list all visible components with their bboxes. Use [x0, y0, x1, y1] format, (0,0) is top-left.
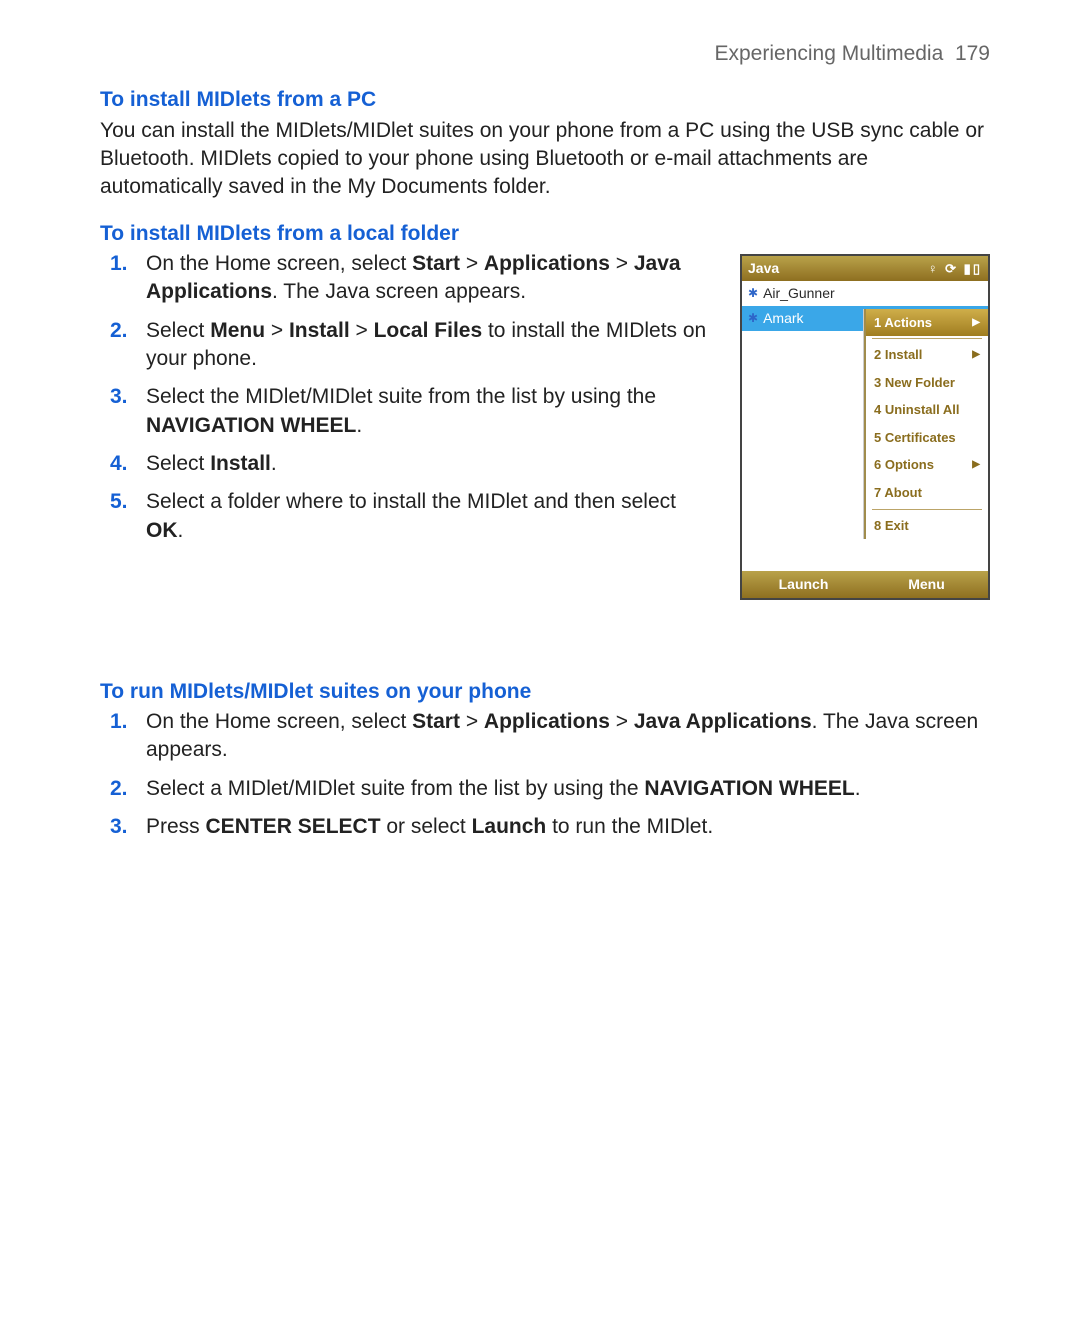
popup-menu: 1 Actions ▶ 2 Install ▶ 3 New Folder 4 U…	[864, 309, 988, 539]
step-bold: Launch	[472, 815, 547, 838]
phone-title: Java	[748, 259, 779, 278]
menu-item-label: 1 Actions	[874, 314, 932, 332]
step-text: >	[610, 252, 634, 275]
step-text: or select	[381, 815, 472, 838]
step-text: >	[460, 710, 484, 733]
list-item-label: Air_Gunner	[763, 284, 835, 303]
step-bold: CENTER SELECT	[206, 815, 381, 838]
step-bold: Local Files	[374, 319, 483, 342]
step-text: Select a folder where to install the MID…	[146, 490, 676, 513]
paragraph-install-from-pc: You can install the MIDlets/MIDlet suite…	[100, 117, 990, 202]
menu-item-exit[interactable]: 8 Exit	[866, 512, 988, 540]
softkey-bar: Launch Menu	[742, 571, 988, 598]
page-number: 179	[955, 42, 990, 65]
page-header: Experiencing Multimedia 179	[100, 40, 990, 68]
step-bold: Applications	[484, 710, 610, 733]
step-text: . The Java screen appears.	[272, 280, 526, 303]
step-bold: Install	[210, 452, 271, 475]
step-bold: Menu	[210, 319, 265, 342]
menu-item-label: 3 New Folder	[874, 374, 955, 392]
menu-item-label: 7 About	[874, 484, 922, 502]
step-text: On the Home screen, select	[146, 252, 412, 275]
step-number: 5.	[110, 488, 128, 516]
step-bold: Start	[412, 252, 460, 275]
phone-status-icons: ♀ ⟳ ▮▯	[928, 260, 982, 278]
submenu-arrow-icon: ▶	[972, 458, 980, 472]
section-title: Experiencing Multimedia	[715, 42, 944, 65]
step-bold: Java Applications	[634, 710, 812, 733]
menu-item-label: 5 Certificates	[874, 429, 956, 447]
heading-install-local-folder: To install MIDlets from a local folder	[100, 220, 990, 248]
step-bold: NAVIGATION WHEEL	[644, 777, 854, 800]
step-text: .	[855, 777, 861, 800]
step-number: 3.	[110, 383, 128, 411]
menu-item-options[interactable]: 6 Options ▶	[866, 451, 988, 479]
menu-item-certificates[interactable]: 5 Certificates	[866, 424, 988, 452]
step-text: .	[178, 519, 184, 542]
menu-item-label: 6 Options	[874, 456, 934, 474]
step-number: 1.	[110, 708, 128, 736]
step-text: Select the MIDlet/MIDlet suite from the …	[146, 385, 656, 408]
menu-separator	[872, 338, 982, 339]
heading-run-midlets: To run MIDlets/MIDlet suites on your pho…	[100, 678, 990, 706]
menu-item-new-folder[interactable]: 3 New Folder	[866, 369, 988, 397]
menu-item-install[interactable]: 2 Install ▶	[866, 341, 988, 369]
step-bold: OK	[146, 519, 178, 542]
step-number: 2.	[110, 775, 128, 803]
step-number: 4.	[110, 450, 128, 478]
submenu-arrow-icon: ▶	[972, 316, 980, 330]
step-bold: NAVIGATION WHEEL	[146, 414, 356, 437]
step-text: Select a MIDlet/MIDlet suite from the li…	[146, 777, 644, 800]
step-bold: Install	[289, 319, 350, 342]
menu-separator	[872, 509, 982, 510]
step-number: 1.	[110, 250, 128, 278]
step-text: Select	[146, 319, 210, 342]
menu-item-uninstall-all[interactable]: 4 Uninstall All	[866, 396, 988, 424]
softkey-left-launch[interactable]: Launch	[742, 571, 865, 598]
heading-install-from-pc: To install MIDlets from a PC	[100, 86, 990, 114]
menu-item-label: 8 Exit	[874, 517, 909, 535]
step-text: >	[265, 319, 289, 342]
step-text: >	[460, 252, 484, 275]
step-bold: Applications	[484, 252, 610, 275]
step-text: >	[350, 319, 374, 342]
step-text: Press	[146, 815, 206, 838]
step-number: 3.	[110, 813, 128, 841]
step-text: Select	[146, 452, 210, 475]
step-number: 2.	[110, 317, 128, 345]
menu-item-about[interactable]: 7 About	[866, 479, 988, 507]
steps-install-local: 1. On the Home screen, select Start > Ap…	[100, 250, 710, 545]
steps-run-midlets: 1. On the Home screen, select Start > Ap…	[100, 708, 990, 841]
step-text: .	[271, 452, 277, 475]
phone-content-area: 1 Actions ▶ 2 Install ▶ 3 New Folder 4 U…	[742, 331, 988, 571]
submenu-arrow-icon: ▶	[972, 348, 980, 362]
step-bold: Start	[412, 710, 460, 733]
softkey-right-menu[interactable]: Menu	[865, 571, 988, 598]
step-text: .	[356, 414, 362, 437]
phone-screenshot: Java ♀ ⟳ ▮▯ Air_Gunner Amark 1 Actions ▶…	[740, 254, 990, 600]
menu-item-label: 4 Uninstall All	[874, 401, 959, 419]
list-item-label: Amark	[763, 309, 803, 328]
list-item[interactable]: Air_Gunner	[742, 281, 988, 306]
phone-titlebar: Java ♀ ⟳ ▮▯	[742, 256, 988, 281]
step-text: to run the MIDlet.	[546, 815, 713, 838]
step-text: >	[610, 710, 634, 733]
menu-item-label: 2 Install	[874, 346, 922, 364]
menu-item-actions[interactable]: 1 Actions ▶	[866, 309, 988, 337]
step-text: On the Home screen, select	[146, 710, 412, 733]
